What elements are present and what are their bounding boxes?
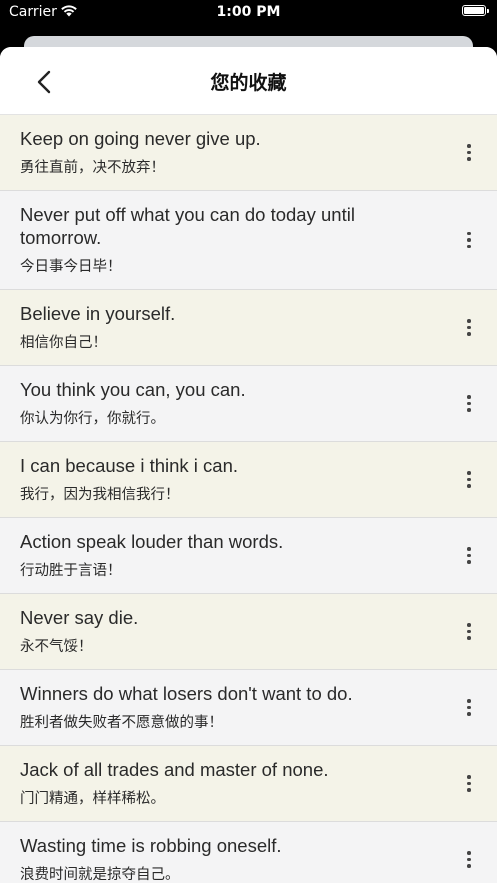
more-options-button[interactable] <box>459 542 479 570</box>
list-item[interactable]: Winners do what losers don't want to do.… <box>0 670 497 746</box>
more-vertical-icon <box>467 144 471 148</box>
quote-english: Action speak louder than words. <box>20 531 284 552</box>
more-options-button[interactable] <box>459 618 479 646</box>
quote-english: Wasting time is robbing oneself. <box>20 835 282 856</box>
quote-chinese: 胜利者做失败者不愿意做的事！ <box>20 715 223 731</box>
quote-chinese: 我行，因为我相信我行！ <box>20 487 180 503</box>
quote-english: I can because i think i can. <box>20 455 239 476</box>
list-item[interactable]: You think you can, you can. 你认为你行，你就行。 <box>0 366 497 442</box>
status-time: 1:00 PM <box>216 4 281 20</box>
more-vertical-icon <box>467 623 471 627</box>
list-item[interactable]: Keep on going never give up. 勇往直前，决不放弃！ <box>0 115 497 191</box>
quote-english: Jack of all trades and master of none. <box>20 759 329 780</box>
quote-chinese: 行动胜于言语！ <box>20 563 122 579</box>
more-vertical-icon <box>467 231 471 236</box>
list-item[interactable]: Believe in yourself. 相信你自己！ <box>0 290 497 366</box>
list-item[interactable]: Action speak louder than words. 行动胜于言语！ <box>0 518 497 594</box>
navigation-bar: 您的收藏 <box>0 47 497 115</box>
list-item[interactable]: Never put off what you can do today unti… <box>0 191 497 290</box>
list-item[interactable]: I can because i think i can. 我行，因为我相信我行！ <box>0 442 497 518</box>
quote-english: Believe in yourself. <box>20 303 176 324</box>
quote-english: Never say die. <box>20 607 139 628</box>
more-vertical-icon <box>467 471 471 475</box>
quote-chinese: 相信你自己！ <box>20 335 107 351</box>
more-options-button[interactable] <box>459 390 479 418</box>
quote-english: Never put off what you can do today unti… <box>20 204 355 248</box>
quote-english: You think you can, you can. <box>20 379 246 400</box>
favorites-list: Keep on going never give up. 勇往直前，决不放弃！ … <box>0 115 497 883</box>
quote-chinese: 永不气馁！ <box>20 639 93 655</box>
more-vertical-icon <box>467 851 471 855</box>
more-vertical-icon <box>467 699 471 703</box>
more-options-button[interactable] <box>459 314 479 342</box>
more-options-button[interactable] <box>459 226 479 254</box>
more-options-button[interactable] <box>459 846 479 874</box>
more-options-button[interactable] <box>459 770 479 798</box>
list-item[interactable]: Never say die. 永不气馁！ <box>0 594 497 670</box>
more-options-button[interactable] <box>459 139 479 167</box>
quote-chinese: 浪费时间就是掠夺自己。 <box>20 867 180 883</box>
more-vertical-icon <box>467 319 471 323</box>
page-title: 您的收藏 <box>210 72 287 94</box>
more-options-button[interactable] <box>459 694 479 722</box>
more-vertical-icon <box>467 775 471 779</box>
list-item[interactable]: Jack of all trades and master of none. 门… <box>0 746 497 822</box>
favorites-sheet: 您的收藏 Keep on going never give up. 勇往直前，决… <box>0 47 497 883</box>
quote-chinese: 你认为你行，你就行。 <box>20 411 165 427</box>
more-options-button[interactable] <box>459 466 479 494</box>
battery-icon <box>462 5 489 16</box>
quote-chinese: 勇往直前，决不放弃！ <box>20 160 165 176</box>
quote-english: Keep on going never give up. <box>20 128 261 149</box>
status-bar: Carrier 1:00 PM <box>0 0 497 26</box>
more-vertical-icon <box>467 547 471 551</box>
list-item[interactable]: Wasting time is robbing oneself. 浪费时间就是掠… <box>0 822 497 883</box>
quote-chinese: 今日事今日毕！ <box>20 259 122 275</box>
quote-chinese: 门门精通，样样稀松。 <box>20 791 165 807</box>
quote-english: Winners do what losers don't want to do. <box>20 683 353 704</box>
more-vertical-icon <box>467 395 471 399</box>
